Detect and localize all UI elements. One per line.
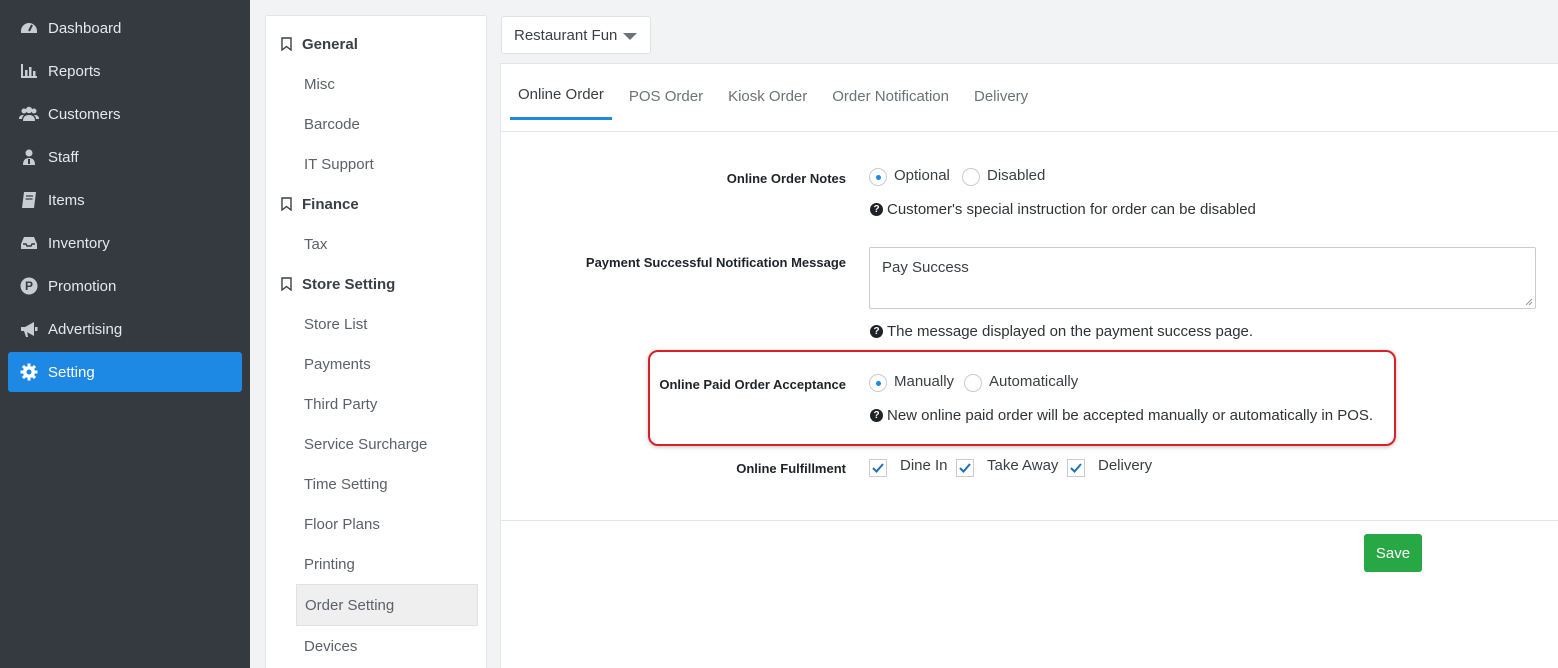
question-circle-icon: ? [870,203,883,216]
menu-group-general: General [266,24,486,64]
sidebar-item-label: Setting [48,363,95,381]
sidebar-item-label: Reports [48,62,101,80]
divider [501,520,1558,521]
notes-optional-radio[interactable] [869,168,887,186]
sidebar-item-customers[interactable]: Customers [8,94,242,134]
menu-item-misc[interactable]: Misc [266,64,486,104]
sidebar-item-inventory[interactable]: Inventory [8,223,242,263]
fulfillment-take-away-checkbox[interactable] [956,459,974,477]
acceptance-manually-radio[interactable] [869,374,887,392]
resize-grip-icon[interactable] [1525,298,1533,306]
promotion-icon: P [19,276,39,296]
sidebar-item-reports[interactable]: Reports [8,51,242,91]
bookmark-icon [281,37,292,51]
notes-disabled-label: Disabled [987,167,1046,184]
menu-item-payments[interactable]: Payments [266,344,486,384]
menu-item-printing[interactable]: Printing [266,544,486,584]
menu-item-order-setting[interactable]: Order Setting [296,584,478,626]
sidebar-item-staff[interactable]: Staff [8,137,242,177]
acceptance-help-text: ? New online paid order will be accepted… [870,407,1373,424]
svg-text:P: P [25,279,33,293]
menu-group-finance: Finance [266,184,486,224]
sidebar-item-dashboard[interactable]: Dashboard [8,8,242,48]
check-icon [1070,463,1082,473]
sidebar-item-label: Advertising [48,320,123,338]
save-button[interactable]: Save [1364,534,1422,572]
check-icon [872,463,884,473]
acceptance-automatically-radio[interactable] [964,374,982,392]
sidebar-item-items[interactable]: Items [8,180,242,220]
store-select[interactable]: Restaurant Fun [501,16,651,54]
menu-item-floor-plans[interactable]: Floor Plans [266,504,486,544]
sidebar-item-label: Inventory [48,234,110,252]
acceptance-automatically-label: Automatically [989,373,1079,390]
gear-icon [19,362,39,382]
menu-item-third-party[interactable]: Third Party [266,384,486,424]
tab-online-order[interactable]: Online Order [510,64,612,120]
tab-kiosk-order[interactable]: Kiosk Order [720,64,815,120]
caret-down-icon [623,33,637,40]
tab-order-notification[interactable]: Order Notification [824,64,957,120]
fulfillment-dine-in-checkbox[interactable] [869,459,887,477]
staff-icon [19,147,39,167]
check-icon [959,463,971,473]
fulfillment-take-away-label: Take Away [987,457,1059,474]
fulfillment-delivery-label: Delivery [1098,457,1153,474]
menu-item-it-support[interactable]: IT Support [266,144,486,184]
order-acceptance-label: Online Paid Order Acceptance [659,377,846,392]
tab-pos-order[interactable]: POS Order [621,64,711,120]
menu-item-time-setting[interactable]: Time Setting [266,464,486,504]
megaphone-icon [19,319,39,339]
menu-item-service-surcharge[interactable]: Service Surcharge [266,424,486,464]
sidebar-item-label: Staff [48,148,79,166]
tab-bar: Online Order POS Order Kiosk Order Order… [501,64,1558,132]
sidebar-item-advertising[interactable]: Advertising [8,309,242,349]
inbox-icon [19,233,39,253]
payment-message-label: Payment Successful Notification Message [585,255,846,270]
notes-disabled-radio[interactable] [962,168,980,186]
sidebar-item-label: Items [48,191,85,209]
sidebar-item-promotion[interactable]: P Promotion [8,266,242,306]
sidebar-item-label: Dashboard [48,19,122,37]
dashboard-icon [19,18,39,38]
payment-message-help-text: ? The message displayed on the payment s… [870,323,1253,340]
bar-chart-icon [19,61,39,81]
sidebar: Dashboard Reports Customers Staff Items … [0,0,250,668]
online-order-notes-label: Online Order Notes [726,171,846,186]
menu-item-devices[interactable]: Devices [266,626,486,666]
menu-item-tax[interactable]: Tax [266,224,486,264]
bookmark-icon [281,277,292,291]
menu-group-store-setting: Store Setting [266,264,486,304]
sidebar-item-setting[interactable]: Setting [8,352,242,392]
notes-help-text: ? Customer's special instruction for ord… [870,201,1256,218]
store-select-value: Restaurant Fun [514,26,618,44]
acceptance-manually-label: Manually [894,373,955,390]
question-circle-icon: ? [870,325,883,338]
users-icon [19,104,39,124]
payment-message-textarea[interactable]: Pay Success [869,247,1536,309]
sidebar-item-label: Promotion [48,277,117,295]
fulfillment-dine-in-label: Dine In [900,457,948,474]
payment-message-value: Pay Success [882,259,969,276]
fulfillment-delivery-checkbox[interactable] [1067,459,1085,477]
highlight-box [648,350,1396,446]
notes-optional-label: Optional [894,167,950,184]
settings-menu: General Misc Barcode IT Support Finance … [265,15,487,668]
fulfillment-label: Online Fulfillment [736,461,846,476]
question-circle-icon: ? [870,409,883,422]
menu-item-barcode[interactable]: Barcode [266,104,486,144]
order-settings-card: Online Order POS Order Kiosk Order Order… [500,63,1558,668]
book-icon [19,190,39,210]
sidebar-item-label: Customers [48,105,121,123]
bookmark-icon [281,197,292,211]
tab-delivery[interactable]: Delivery [966,64,1036,120]
menu-item-store-list[interactable]: Store List [266,304,486,344]
